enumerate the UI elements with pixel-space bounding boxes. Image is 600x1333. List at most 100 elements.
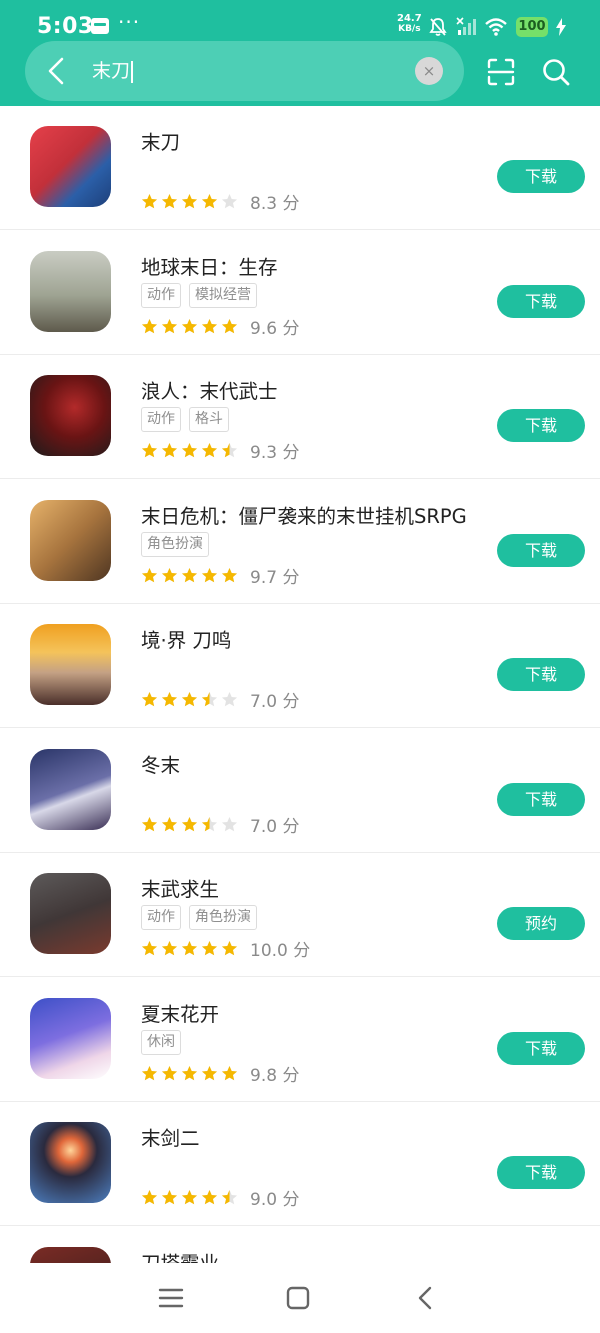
rating-stars: [141, 1065, 238, 1082]
reserve-button[interactable]: 预约: [497, 907, 585, 940]
app-list-item[interactable]: 境·界 刀鸣 7.0 分 下载: [0, 604, 600, 728]
star-full-icon: [201, 194, 218, 209]
download-button[interactable]: 下载: [497, 533, 585, 567]
app-list-item[interactable]: 冬末 7.0 分 下载: [0, 729, 600, 853]
star-full-icon: [181, 567, 198, 582]
star-full-icon: [201, 941, 218, 956]
star-empty-icon: [221, 816, 238, 831]
category-tag: 模拟经营: [189, 282, 257, 308]
soldier-icon: [30, 499, 111, 581]
star-full-icon: [141, 443, 158, 458]
app-list-item[interactable]: 夏末花开 休闲 9.8 分 下载: [0, 978, 600, 1102]
category-tag: 动作: [141, 407, 181, 432]
download-button[interactable]: 下载: [497, 782, 585, 816]
app-tags: 动作 模拟经营: [141, 282, 257, 308]
survivor-icon: [30, 250, 111, 332]
star-full-icon: [161, 318, 178, 333]
app-name: 末刀: [141, 131, 181, 154]
rating-stars: [141, 940, 238, 957]
search-results-list: 末刀 8.3 分 下载 地球末日：生存 动作 模拟经营 9.6 分 下载 浪人：末…: [0, 106, 600, 1263]
star-full-icon: [141, 1190, 158, 1205]
download-button[interactable]: 下载: [497, 160, 585, 193]
category-tag: 休闲: [141, 1029, 181, 1055]
app-name: 末武求生: [141, 878, 220, 901]
star-full-icon: [201, 318, 218, 333]
star-full-icon: [141, 194, 158, 209]
home-button[interactable]: [283, 1283, 313, 1313]
hooded-girl-icon: [30, 748, 111, 830]
notification-app-icon: [91, 18, 109, 34]
star-full-icon: [161, 443, 178, 458]
rating-stars: [141, 193, 238, 210]
app-rating: 9.3 分: [141, 438, 299, 463]
star-full-icon: [181, 816, 198, 831]
download-button[interactable]: 下载: [497, 1156, 585, 1189]
app-name: 刀塔霸业: [141, 1251, 220, 1264]
category-tag: 角色扮演: [189, 905, 257, 930]
star-full-icon: [181, 941, 198, 956]
rating-stars: [141, 816, 238, 833]
app-list-item[interactable]: 末刀 8.3 分 下载: [0, 106, 600, 230]
star-full-icon: [161, 816, 178, 831]
star-full-icon: [221, 318, 238, 333]
back-button[interactable]: [42, 55, 72, 87]
app-tags: 动作 格斗: [141, 407, 229, 432]
rating-score: 8.3 分: [250, 194, 300, 214]
app-list-item[interactable]: 末剑二 9.0 分 下载: [0, 1102, 600, 1226]
star-empty-icon: [221, 692, 238, 707]
app-list-item[interactable]: 末日危机：僵尸袭来的末世挂机SRPG 角色扮演 9.7 分 下载: [0, 480, 600, 604]
star-full-icon: [161, 941, 178, 956]
star-full-icon: [201, 1190, 218, 1205]
anime-hero-icon: [30, 624, 111, 705]
rating-score: 9.8 分: [250, 1065, 300, 1086]
star-full-icon: [141, 941, 158, 956]
star-full-icon: [141, 1065, 158, 1080]
system-back-button[interactable]: [411, 1283, 441, 1313]
recent-apps-button[interactable]: [156, 1283, 186, 1313]
scan-button[interactable]: [486, 57, 516, 87]
rating-score: 10.0 分: [250, 941, 311, 961]
app-tags: 休闲: [141, 1029, 181, 1055]
app-rating: 9.7 分: [141, 563, 299, 588]
star-full-icon: [181, 318, 198, 333]
app-name: 地球末日：生存: [141, 255, 278, 279]
app-list-item[interactable]: 刀塔霸业: [0, 1227, 600, 1264]
eclipse-tower-icon: [30, 1122, 111, 1203]
app-list-item[interactable]: 地球末日：生存 动作 模拟经营 9.6 分 下载: [0, 231, 600, 355]
status-icons: 100: [428, 16, 566, 38]
star-full-icon: [161, 194, 178, 209]
download-button[interactable]: 下载: [497, 1031, 585, 1065]
rating-stars: [141, 442, 238, 459]
app-name: 夏末花开: [141, 1002, 220, 1026]
blade-warrior-icon: [30, 126, 111, 207]
status-time: 5:03: [37, 14, 94, 39]
search-button[interactable]: [541, 57, 571, 87]
app-list-item[interactable]: 浪人：末代武士 动作 格斗 9.3 分 下载: [0, 355, 600, 479]
download-button[interactable]: 下载: [497, 658, 585, 691]
clear-search-button[interactable]: ×: [415, 57, 443, 85]
star-full-icon: [181, 1190, 198, 1205]
star-full-icon: [141, 567, 158, 582]
category-tag: 动作: [141, 905, 181, 930]
star-half-icon: [201, 816, 218, 831]
star-half-icon: [221, 1190, 238, 1205]
ronin-icon: [30, 375, 111, 456]
app-rating: 8.3 分: [141, 189, 299, 214]
star-full-icon: [221, 941, 238, 956]
search-input[interactable]: 末刀: [92, 55, 392, 87]
app-list-item[interactable]: 末武求生 动作 角色扮演 10.0 分 预约: [0, 853, 600, 977]
category-tag: 动作: [141, 282, 181, 308]
battery-indicator: 100: [516, 17, 548, 37]
app-rating: 7.0 分: [141, 812, 299, 837]
download-button[interactable]: 下载: [497, 409, 585, 442]
star-full-icon: [221, 1065, 238, 1080]
star-full-icon: [181, 1065, 198, 1080]
star-half-icon: [221, 443, 238, 458]
app-header: 5:03 ··· 24.7 KB/s 100 末刀 ×: [0, 0, 600, 106]
rating-stars: [141, 318, 238, 335]
star-full-icon: [201, 567, 218, 582]
app-name: 末日危机：僵尸袭来的末世挂机SRPG: [141, 504, 467, 528]
category-tag: 格斗: [189, 407, 229, 432]
download-button[interactable]: 下载: [497, 284, 585, 318]
rating-score: 9.6 分: [250, 318, 300, 339]
